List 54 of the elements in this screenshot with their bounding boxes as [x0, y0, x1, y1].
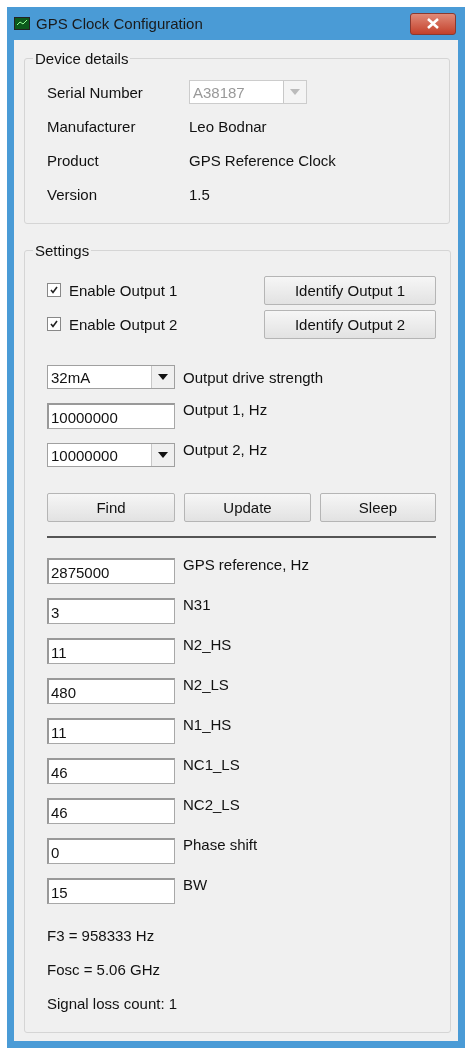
dropdown-arrow-icon — [158, 452, 168, 458]
action-button[interactable]: Sleep — [320, 493, 436, 522]
dropdown-arrow-icon — [290, 89, 300, 95]
field-value: 1.5 — [189, 185, 211, 203]
status-text: F3 = 958333 Hz — [47, 925, 156, 946]
group-title: Settings — [34, 242, 91, 259]
text-field[interactable]: 11 — [47, 638, 175, 664]
field-label: Serial Number — [47, 83, 144, 101]
field-label: Output 1, Hz — [183, 401, 268, 418]
field-label: Output 2, Hz — [183, 441, 268, 458]
check-icon — [50, 286, 58, 294]
field-value: GPS Reference Clock — [189, 151, 337, 169]
field-label: Phase shift — [183, 836, 258, 853]
identify-button[interactable]: Identify Output 2 — [264, 309, 436, 339]
text-field[interactable]: 15 — [47, 878, 175, 904]
group-title: Device details — [34, 50, 130, 67]
field-label: NC1_LS — [183, 756, 240, 773]
identify-button[interactable]: Identify Output 1 — [264, 275, 436, 305]
window-title: GPS Clock Configuration — [36, 15, 204, 32]
status-text: Signal loss count: 1 — [47, 993, 179, 1014]
text-field[interactable]: 0 — [47, 838, 175, 864]
dropdown-arrow-icon — [158, 374, 168, 380]
action-button[interactable]: Find — [47, 493, 175, 522]
action-button[interactable]: Update — [184, 493, 311, 522]
field-label: NC2_LS — [183, 796, 240, 813]
field-label: Version — [47, 185, 99, 203]
close-button[interactable] — [410, 12, 456, 35]
checkbox-label: Enable Output 1 — [69, 281, 178, 299]
checkbox-label: Enable Output 2 — [69, 315, 178, 333]
field-label: BW — [183, 876, 208, 893]
field-label: N2_LS — [183, 676, 229, 693]
field-label: N1_HS — [183, 716, 232, 733]
checkbox[interactable] — [47, 317, 61, 331]
field-value: Leo Bodnar — [189, 117, 268, 135]
text-field[interactable]: 480 — [47, 678, 175, 704]
monitor-icon — [14, 17, 30, 30]
dropdown-field[interactable]: 10000000 — [47, 443, 175, 467]
checkbox[interactable] — [47, 283, 61, 297]
dropdown-field[interactable]: 32mA — [47, 365, 175, 389]
text-field[interactable]: 10000000 — [47, 403, 175, 429]
text-field[interactable]: 46 — [47, 758, 175, 784]
text-field[interactable]: 46 — [47, 798, 175, 824]
field-label: Manufacturer — [47, 117, 137, 135]
close-icon — [427, 18, 439, 29]
text-field[interactable]: 11 — [47, 718, 175, 744]
field-label: GPS reference, Hz — [183, 556, 309, 573]
field-label: N31 — [183, 596, 211, 613]
status-text: Fosc = 5.06 GHz — [47, 959, 161, 980]
text-field[interactable]: 2875000 — [47, 558, 175, 584]
field-label: Output drive strength — [183, 368, 324, 386]
check-icon — [50, 320, 58, 328]
text-field[interactable]: 3 — [47, 598, 175, 624]
field-label: Product — [47, 151, 100, 169]
field-label: N2_HS — [183, 636, 232, 653]
